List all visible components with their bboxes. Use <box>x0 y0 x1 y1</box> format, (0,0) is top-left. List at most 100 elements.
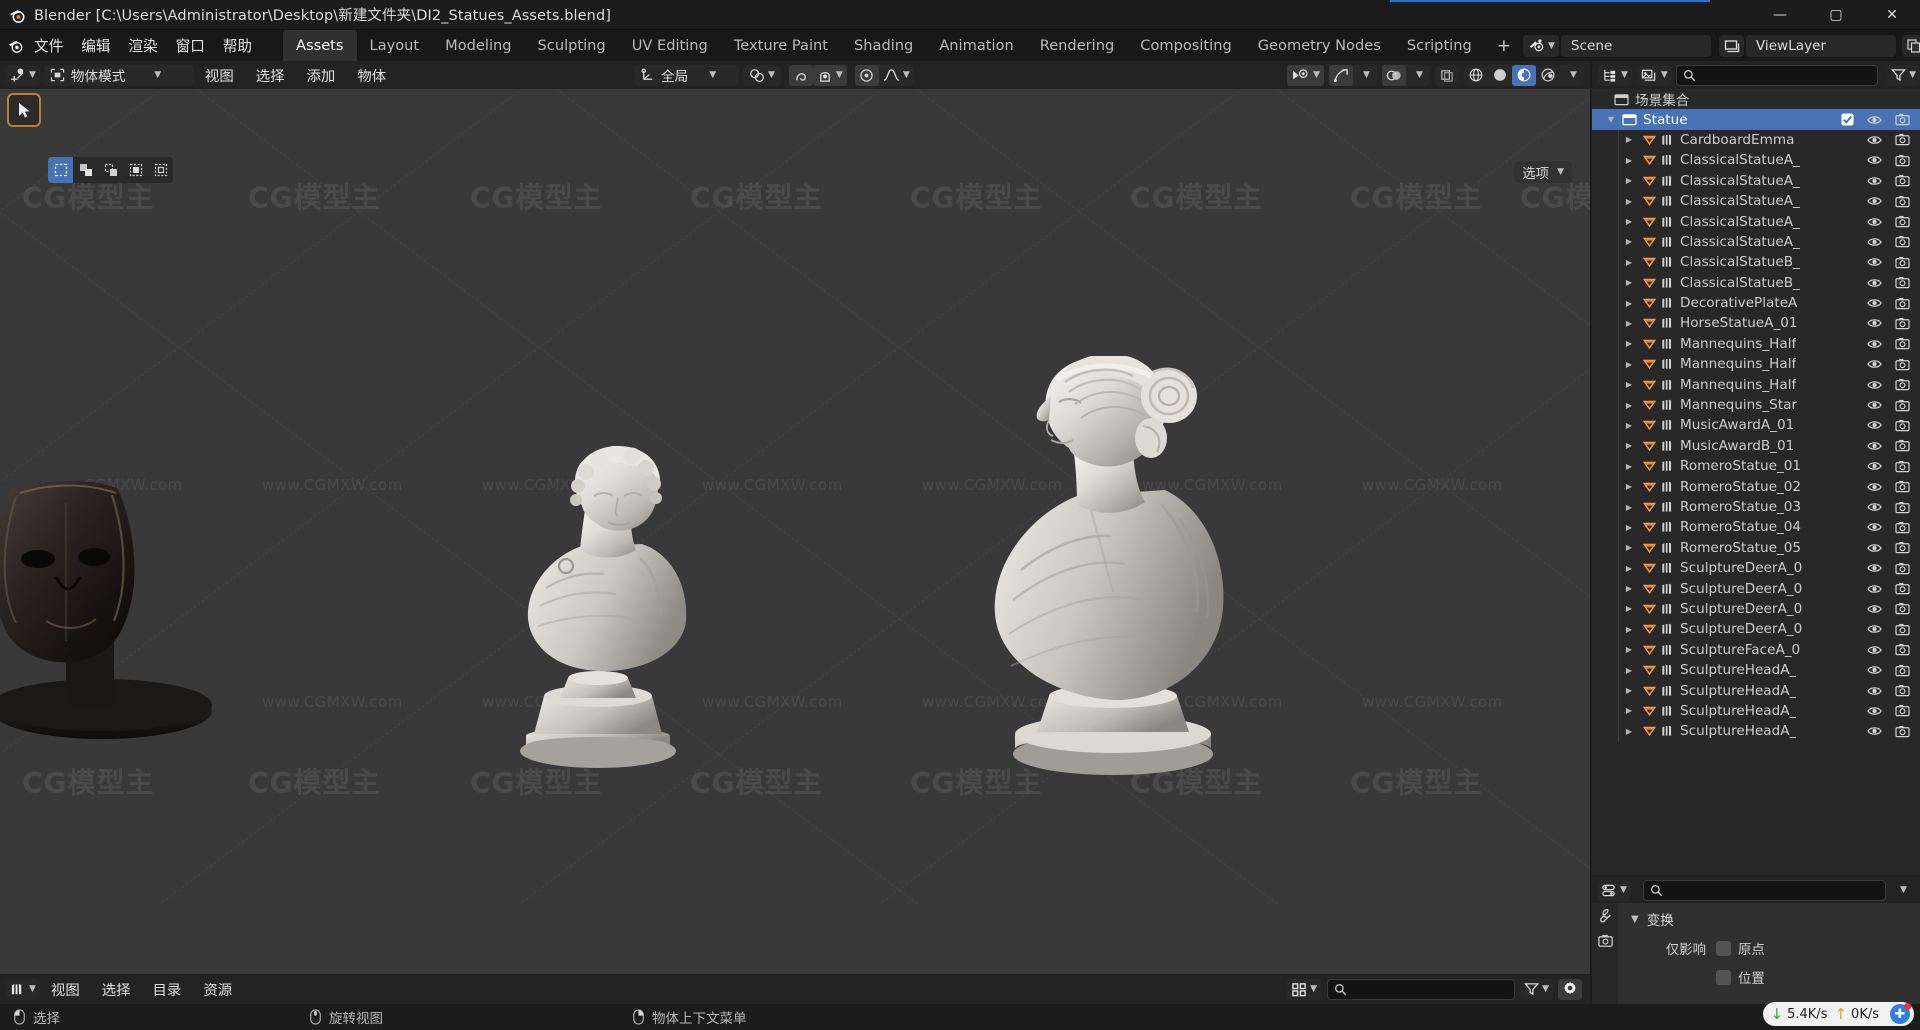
tab-scripting[interactable]: Scripting <box>1394 30 1485 61</box>
hide-in-viewport-icon[interactable] <box>1867 501 1882 513</box>
hide-in-viewport-icon[interactable] <box>1867 419 1882 431</box>
disable-in-renders-icon[interactable] <box>1895 174 1910 187</box>
disable-in-renders-icon[interactable] <box>1895 725 1910 738</box>
tab-tool-icon[interactable] <box>1597 908 1614 925</box>
outliner-row-object[interactable]: ▶ SculptureHeadA_ <box>1592 721 1920 741</box>
hide-in-viewport-icon[interactable] <box>1867 623 1882 635</box>
disclosure-triangle-icon[interactable]: ▶ <box>1622 503 1636 512</box>
disclosure-triangle-icon[interactable]: ▶ <box>1622 197 1636 206</box>
hide-in-viewport-icon[interactable] <box>1867 542 1882 554</box>
viewport-options-dropdown[interactable]: 选项 ▼ <box>1514 161 1572 183</box>
hide-in-viewport-icon[interactable] <box>1867 399 1882 411</box>
gizmo-dropdown[interactable]: ▼ <box>1353 65 1377 86</box>
proportional-falloff-dropdown[interactable]: ▼ <box>879 65 914 86</box>
disclosure-triangle-icon[interactable]: ▶ <box>1622 278 1636 287</box>
close-button[interactable]: ✕ <box>1864 0 1920 30</box>
tab-layout[interactable]: Layout <box>357 30 433 61</box>
viewport-3d[interactable]: CG模型主 CG模型主 CG模型主 CG模型主 CG模型主 CG模型主 CG模型… <box>0 61 1590 974</box>
outliner-row-object[interactable]: ▶ SculptureFaceA_0 <box>1592 640 1920 660</box>
properties-icon[interactable]: ▼ <box>1597 880 1631 901</box>
disclosure-triangle-icon[interactable]: ▶ <box>1622 360 1636 369</box>
asset-menu-select[interactable]: 选择 <box>91 979 142 1000</box>
disable-in-renders-icon[interactable] <box>1895 276 1910 289</box>
disclosure-triangle-icon[interactable]: ▶ <box>1622 135 1636 144</box>
grid-view-icon[interactable]: ▼ <box>1287 979 1321 1000</box>
disable-in-renders-icon[interactable] <box>1895 154 1910 167</box>
outliner-editor[interactable]: ▼ ▼ ▼ 场景集合 ▼ Statue ▶ CardboardEmma ▶ Cl… <box>1592 61 1920 875</box>
disable-in-renders-icon[interactable] <box>1895 684 1910 697</box>
asset-search-field[interactable] <box>1352 981 1509 997</box>
hide-in-viewport-icon[interactable] <box>1867 175 1882 187</box>
hide-in-viewport-icon[interactable] <box>1867 603 1882 615</box>
tab-uv-editing[interactable]: UV Editing <box>619 30 721 61</box>
properties-options-dropdown[interactable]: ▼ <box>1890 880 1914 901</box>
disable-in-renders-icon[interactable] <box>1895 113 1910 126</box>
hide-in-viewport-icon[interactable] <box>1867 460 1882 472</box>
scene-browse-button[interactable]: ▼ <box>1523 34 1559 57</box>
disclosure-triangle-icon[interactable]: ▶ <box>1622 380 1636 389</box>
proportional-edit-toggle[interactable] <box>854 64 879 86</box>
disable-in-renders-icon[interactable] <box>1895 297 1910 310</box>
hide-in-viewport-icon[interactable] <box>1867 317 1882 329</box>
hide-in-viewport-icon[interactable] <box>1867 154 1882 166</box>
hide-in-viewport-icon[interactable] <box>1867 114 1882 126</box>
disable-in-renders-icon[interactable] <box>1895 235 1910 248</box>
hide-in-viewport-icon[interactable] <box>1867 685 1882 697</box>
filter-icon[interactable]: ▼ <box>1520 979 1553 1000</box>
disable-in-renders-icon[interactable] <box>1895 521 1910 534</box>
disable-in-renders-icon[interactable] <box>1895 623 1910 636</box>
disclosure-triangle-icon[interactable]: ▶ <box>1622 258 1636 267</box>
tab-geometry-nodes[interactable]: Geometry Nodes <box>1245 30 1394 61</box>
tab-shading[interactable]: Shading <box>841 30 926 61</box>
disclosure-triangle-icon[interactable]: ▶ <box>1622 543 1636 552</box>
disclosure-triangle-icon[interactable]: ▶ <box>1622 156 1636 165</box>
outliner-row-object[interactable]: ▶ MusicAwardB_01 <box>1592 436 1920 456</box>
editor-type-icon[interactable]: ▼ <box>5 65 40 86</box>
overlays-toggle-button[interactable] <box>1382 64 1406 86</box>
outliner-row-object[interactable]: ▶ ClassicalStatueB_ <box>1592 273 1920 293</box>
filter-icon[interactable]: ▼ <box>1887 65 1920 86</box>
disable-in-renders-icon[interactable] <box>1895 602 1910 615</box>
disclosure-triangle-icon[interactable]: ▶ <box>1622 237 1636 246</box>
tool-tweak-button[interactable] <box>7 93 41 127</box>
shading-rendered-button[interactable] <box>1536 65 1560 86</box>
hide-in-viewport-icon[interactable] <box>1867 195 1882 207</box>
disclosure-triangle-icon[interactable]: ▶ <box>1622 523 1636 532</box>
hide-in-viewport-icon[interactable] <box>1867 297 1882 309</box>
network-speed-widget[interactable]: ↓ 5.4K/s ↑ 0K/s ✚ <box>1762 1002 1914 1026</box>
disable-in-renders-icon[interactable] <box>1895 337 1910 350</box>
asset-menu-view[interactable]: 视图 <box>40 979 91 1000</box>
outliner-row-object[interactable]: ▶ SculptureDeerA_0 <box>1592 619 1920 639</box>
hide-in-viewport-icon[interactable] <box>1867 440 1882 452</box>
statue-bronze-mask[interactable] <box>0 481 240 881</box>
outliner-row-object[interactable]: ▶ RomeroStatue_01 <box>1592 456 1920 476</box>
scene-name-field[interactable]: Scene <box>1560 34 1711 57</box>
tab-modeling[interactable]: Modeling <box>432 30 524 61</box>
outliner-tree[interactable]: 场景集合 ▼ Statue ▶ CardboardEmma ▶ Classical… <box>1592 89 1920 742</box>
outliner-row-object[interactable]: ▶ ClassicalStatueA_ <box>1592 191 1920 211</box>
hide-in-viewport-icon[interactable] <box>1867 379 1882 391</box>
select-extend-button[interactable] <box>73 157 98 183</box>
menu-window[interactable]: 窗口 <box>167 30 214 61</box>
outliner-row-object[interactable]: ▶ ClassicalStatueA_ <box>1592 171 1920 191</box>
menu-render[interactable]: 渲染 <box>119 30 166 61</box>
tab-assets[interactable]: Assets <box>283 30 357 61</box>
hide-in-viewport-icon[interactable] <box>1867 664 1882 676</box>
outliner-row-object[interactable]: ▶ RomeroStatue_03 <box>1592 497 1920 517</box>
disable-in-renders-icon[interactable] <box>1895 195 1910 208</box>
xray-toggle-button[interactable] <box>1435 65 1459 86</box>
viewport-menu-select[interactable]: 选择 <box>245 65 296 86</box>
disclosure-triangle-icon[interactable]: ▶ <box>1622 401 1636 410</box>
blender-menu-icon[interactable] <box>6 30 25 61</box>
transform-panel-header[interactable]: ▼ 变换 <box>1628 909 1920 929</box>
disable-in-renders-icon[interactable] <box>1895 378 1910 391</box>
asset-editor-type-selector[interactable]: ▼ <box>5 978 40 1000</box>
disclosure-triangle-icon[interactable]: ▶ <box>1622 421 1636 430</box>
disable-in-renders-icon[interactable] <box>1895 133 1910 146</box>
disclosure-triangle-icon[interactable]: ▶ <box>1622 564 1636 573</box>
disclosure-triangle-icon[interactable]: ▶ <box>1622 625 1636 634</box>
outliner-search-input[interactable] <box>1675 64 1879 86</box>
statue-classical-male-bust[interactable] <box>520 446 770 776</box>
overlays-dropdown[interactable]: ▼ <box>1406 65 1430 86</box>
outliner-row-object[interactable]: ▶ SculptureDeerA_0 <box>1592 578 1920 598</box>
